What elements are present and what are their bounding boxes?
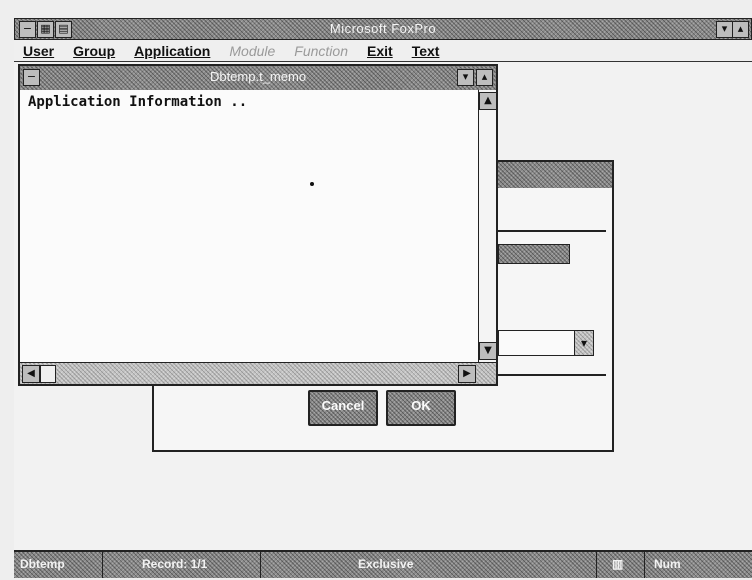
menu-group[interactable]: Group <box>73 43 115 59</box>
memo-window: − Dbtemp.t_memo ▾ ▴ Application Informat… <box>18 64 498 386</box>
maximize-icon[interactable]: ▴ <box>732 21 749 38</box>
memo-maximize-icon[interactable]: ▴ <box>476 69 493 86</box>
main-title-bar[interactable]: − ▦ ▤ Microsoft FoxPro ▾ ▴ <box>14 18 752 40</box>
status-bar: Dbtemp Record: 1/1 Exclusive ▥ Num <box>14 550 752 578</box>
status-record: Record: 1/1 <box>142 557 208 571</box>
dialog-divider <box>498 374 606 376</box>
status-separator <box>596 552 597 578</box>
status-separator <box>260 552 261 578</box>
scroll-down-arrow-icon[interactable]: ▼ <box>479 342 497 360</box>
vertical-scrollbar[interactable]: ▲ ▼ <box>478 90 497 362</box>
menu-text[interactable]: Text <box>412 43 440 59</box>
dropdown-arrow-icon[interactable]: ▾ <box>574 331 593 355</box>
window-title: Microsoft FoxPro <box>329 21 437 36</box>
scroll-thumb[interactable] <box>40 365 56 383</box>
scroll-left-arrow-icon[interactable]: ◀ <box>22 365 40 383</box>
dialog-field-bar[interactable] <box>498 244 570 264</box>
status-separator <box>644 552 645 578</box>
scroll-right-arrow-icon[interactable]: ▶ <box>458 365 476 383</box>
status-mode: Exclusive <box>358 557 414 571</box>
horizontal-scrollbar[interactable]: ◀ ▶ <box>20 362 496 384</box>
memo-content[interactable]: Application Information .. <box>28 94 247 110</box>
scroll-up-arrow-icon[interactable]: ▲ <box>479 92 497 110</box>
status-separator <box>102 552 103 578</box>
menu-function[interactable]: Function <box>294 43 348 59</box>
cursor-dot <box>310 182 314 186</box>
minimize-icon[interactable]: ▾ <box>716 21 733 38</box>
ok-button[interactable]: OK <box>386 390 456 426</box>
memo-minimize-icon[interactable]: ▾ <box>457 69 474 86</box>
dialog-combo-box[interactable]: ▾ <box>498 330 594 356</box>
cancel-button[interactable]: Cancel <box>308 390 378 426</box>
memo-title: Dbtemp.t_memo <box>209 69 307 84</box>
status-num: Num <box>654 557 681 571</box>
menu-user[interactable]: User <box>23 43 54 59</box>
menu-exit[interactable]: Exit <box>367 43 393 59</box>
dialog-divider <box>498 230 606 232</box>
status-indicator-icon: ▥ <box>612 557 624 571</box>
memo-title-bar[interactable]: − Dbtemp.t_memo ▾ ▴ <box>20 66 496 90</box>
menu-application[interactable]: Application <box>134 43 210 59</box>
menu-module[interactable]: Module <box>229 43 275 59</box>
status-table: Dbtemp <box>20 557 65 571</box>
menu-bar: User Group Application Module Function E… <box>14 40 752 62</box>
